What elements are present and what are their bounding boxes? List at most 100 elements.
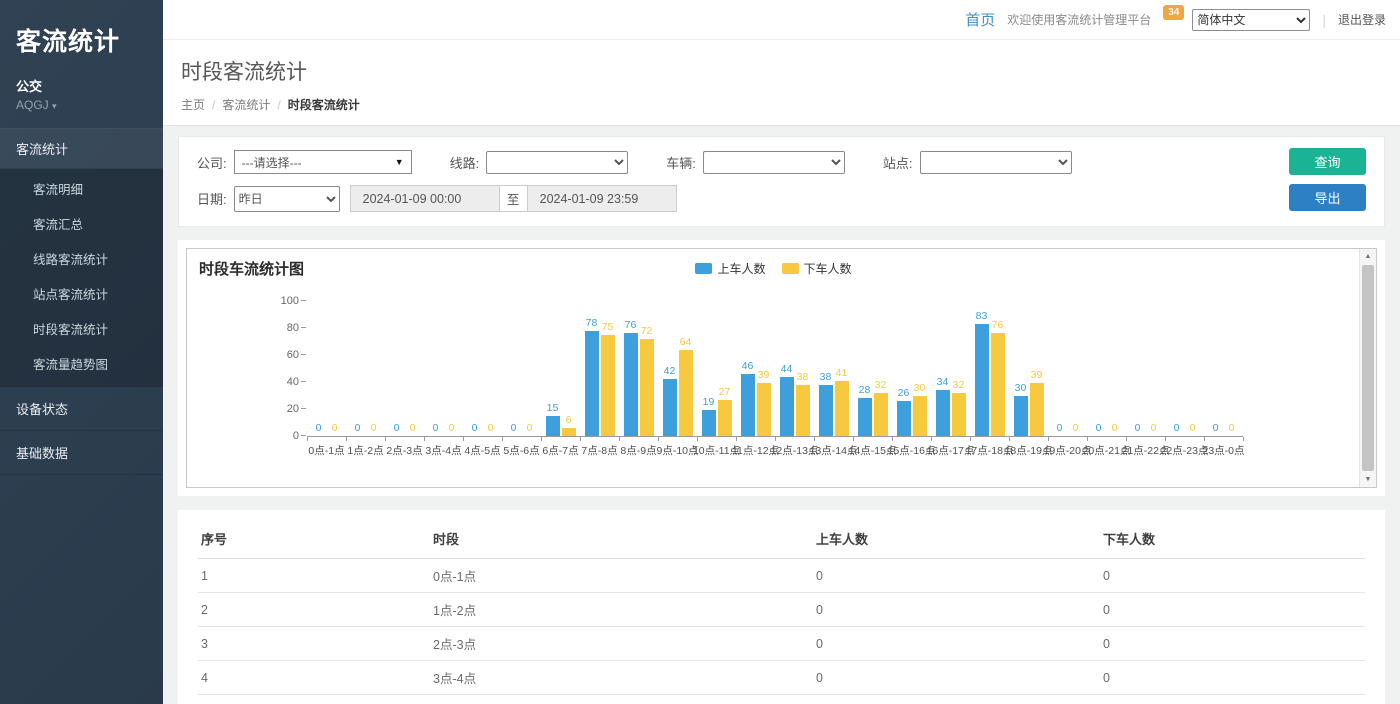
date-from-input[interactable]: 2024-01-09 00:00 — [350, 185, 500, 212]
bar-value-label: 64 — [680, 336, 692, 348]
notification-badge[interactable]: 34 — [1163, 5, 1184, 20]
bar-boarding-17[interactable]: 83 — [975, 324, 989, 436]
bar-boarding-8[interactable]: 76 — [624, 333, 638, 436]
bar-value-label: 76 — [992, 319, 1004, 331]
date-label: 日期: — [197, 189, 227, 208]
bar-alighting-13[interactable]: 41 — [835, 381, 849, 436]
sidebar-section-2[interactable]: 基础数据 — [0, 431, 163, 475]
bar-alighting-10[interactable]: 27 — [718, 400, 732, 436]
bar-boarding-18[interactable]: 30 — [1014, 396, 1028, 437]
bar-value-label: 27 — [719, 386, 731, 398]
breadcrumb-separator: / — [277, 98, 280, 112]
axis-tick — [619, 437, 620, 441]
bar-value-label: 0 — [1073, 422, 1079, 434]
x-axis-label-8: 8点-9点 — [619, 443, 658, 458]
chart-category-3: 00 — [424, 302, 463, 436]
topbar: 首页 欢迎使用客流统计管理平台 34 简体中文 | 退出登录 — [163, 0, 1400, 40]
bar-boarding-12[interactable]: 44 — [780, 377, 794, 436]
bar-boarding-16[interactable]: 34 — [936, 390, 950, 436]
axis-tick — [1165, 437, 1166, 441]
bar-value-label: 28 — [859, 384, 871, 396]
bar-alighting-11[interactable]: 39 — [757, 383, 771, 436]
chart-scrollbar[interactable]: ▲ ▼ — [1359, 249, 1376, 487]
sidebar-item-0-3[interactable]: 站点客流统计 — [0, 276, 163, 311]
x-axis-label-16: 16点-17点 — [931, 443, 970, 458]
chart-category-11: 4639 — [736, 302, 775, 436]
bar-value-label: 0 — [394, 422, 400, 434]
language-select[interactable]: 简体中文 — [1192, 9, 1310, 31]
bar-alighting-7[interactable]: 75 — [601, 335, 615, 436]
legend-item-0[interactable]: 上车人数 — [695, 260, 765, 277]
scroll-down-icon[interactable]: ▼ — [1360, 472, 1376, 487]
bar-value-label: 0 — [332, 422, 338, 434]
bar-boarding-6[interactable]: 15 — [546, 416, 560, 436]
axis-tick — [853, 437, 854, 441]
bar-alighting-8[interactable]: 72 — [640, 339, 654, 436]
breadcrumb-item-1[interactable]: 客流统计 — [222, 96, 270, 113]
date-to-input[interactable]: 2024-01-09 23:59 — [527, 185, 677, 212]
sidebar-section-0[interactable]: 客流统计 — [0, 129, 163, 169]
user-dropdown[interactable]: AQGJ ▾ — [0, 95, 163, 128]
home-link[interactable]: 首页 — [965, 9, 995, 30]
bar-boarding-7[interactable]: 78 — [585, 331, 599, 436]
table-cell-0-0: 1 — [198, 559, 430, 593]
bar-alighting-16[interactable]: 32 — [952, 393, 966, 436]
bar-alighting-9[interactable]: 64 — [679, 350, 693, 436]
axis-tick — [463, 437, 464, 441]
chart-category-12: 4438 — [775, 302, 814, 436]
x-axis-label-23: 23点-0点 — [1204, 443, 1243, 458]
chart-category-18: 3039 — [1009, 302, 1048, 436]
axis-tick — [1204, 437, 1205, 441]
sidebar-item-0-5[interactable]: 客流量趋势图 — [0, 346, 163, 381]
bar-value-label: 0 — [433, 422, 439, 434]
x-axis-label-text: 1点-2点 — [347, 443, 383, 458]
sidebar-item-0-0[interactable]: 客流明细 — [0, 171, 163, 206]
bar-boarding-10[interactable]: 19 — [702, 410, 716, 436]
bar-boarding-14[interactable]: 28 — [858, 398, 872, 436]
export-button[interactable]: 导出 — [1289, 184, 1366, 211]
bar-value-label: 44 — [781, 363, 793, 375]
chart-category-15: 2630 — [892, 302, 931, 436]
sidebar-item-0-2[interactable]: 线路客流统计 — [0, 241, 163, 276]
x-axis-label-1: 1点-2点 — [346, 443, 385, 458]
bar-value-label: 19 — [703, 396, 715, 408]
bar-boarding-13[interactable]: 38 — [819, 385, 833, 436]
sidebar-item-0-4[interactable]: 时段客流统计 — [0, 311, 163, 346]
chart-category-17: 8376 — [970, 302, 1009, 436]
bar-boarding-15[interactable]: 26 — [897, 401, 911, 436]
chart-category-13: 3841 — [814, 302, 853, 436]
bar-alighting-18[interactable]: 39 — [1030, 383, 1044, 436]
table-row: 21点-2点00 — [198, 593, 1365, 627]
legend-item-1[interactable]: 下车人数 — [782, 260, 852, 277]
bar-alighting-15[interactable]: 30 — [913, 396, 927, 437]
bar-alighting-6[interactable]: 6 — [562, 428, 576, 436]
y-axis-label: 20 — [265, 403, 299, 415]
x-axis-label-4: 4点-5点 — [463, 443, 502, 458]
chart-category-10: 1927 — [697, 302, 736, 436]
bar-alighting-17[interactable]: 76 — [991, 333, 1005, 436]
breadcrumb-item-0[interactable]: 主页 — [181, 96, 205, 113]
chart-category-9: 4264 — [658, 302, 697, 436]
y-axis-tick — [301, 435, 306, 436]
date-preset-select[interactable]: 昨日 — [234, 186, 340, 212]
bar-alighting-14[interactable]: 32 — [874, 393, 888, 436]
sidebar-item-0-1[interactable]: 客流汇总 — [0, 206, 163, 241]
company-select[interactable]: ---请选择--- ▼ — [234, 150, 412, 174]
sidebar-section-1[interactable]: 设备状态 — [0, 387, 163, 431]
bar-value-label: 76 — [625, 319, 637, 331]
query-button[interactable]: 查询 — [1289, 148, 1366, 175]
x-axis-label-text: 2点-3点 — [386, 443, 422, 458]
bar-alighting-12[interactable]: 38 — [796, 385, 810, 436]
line-select[interactable] — [486, 151, 628, 174]
bar-boarding-9[interactable]: 42 — [663, 379, 677, 436]
logout-link[interactable]: 退出登录 — [1338, 11, 1386, 28]
bar-boarding-11[interactable]: 46 — [741, 374, 755, 436]
scrollbar-thumb[interactable] — [1362, 265, 1374, 471]
scroll-up-icon[interactable]: ▲ — [1360, 249, 1376, 264]
station-select[interactable] — [920, 151, 1072, 174]
breadcrumb-separator: / — [212, 98, 215, 112]
legend-label: 上车人数 — [717, 260, 765, 277]
x-axis-label-3: 3点-4点 — [424, 443, 463, 458]
vehicle-select[interactable] — [703, 151, 845, 174]
x-axis-label-14: 14点-15点 — [853, 443, 892, 458]
